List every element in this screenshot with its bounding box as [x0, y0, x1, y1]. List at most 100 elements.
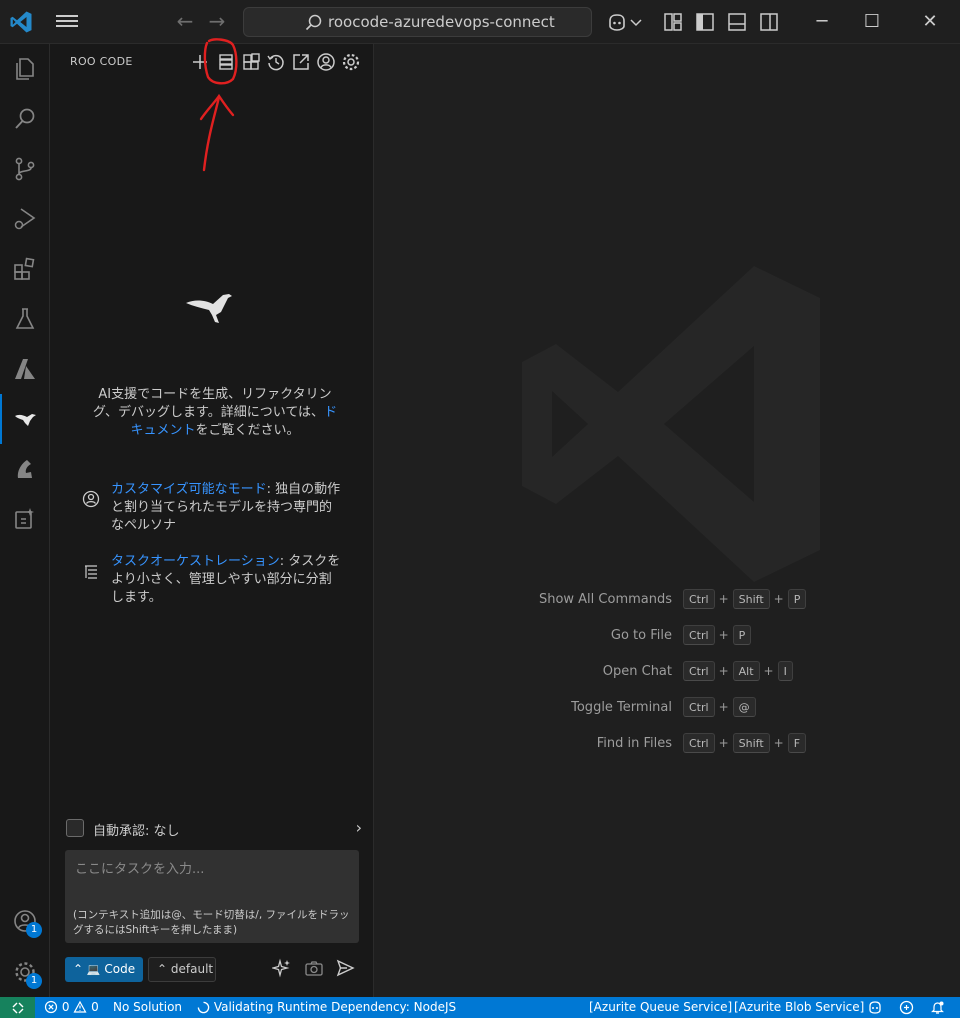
shortcut-label: Open Chat	[602, 664, 672, 679]
explorer-button[interactable]	[0, 44, 50, 94]
task-input-placeholder: ここにタスクを入力...	[75, 862, 205, 877]
activity-bar: 1 1	[0, 44, 50, 997]
testing-icon	[15, 308, 35, 329]
forward-arrow-icon[interactable]: →	[206, 10, 228, 32]
shortcut-row[interactable]: Show All Commands Ctrl + Shift + P	[375, 589, 960, 611]
azurite-queue-status[interactable]: [Azurite Queue Service]	[589, 997, 732, 1018]
remote-explorer-icon	[15, 508, 34, 529]
sync-status-icon[interactable]	[899, 1000, 914, 1015]
customize-layout-icon[interactable]	[662, 11, 684, 33]
config-label: default	[170, 962, 214, 976]
vscode-logo-icon	[10, 11, 32, 33]
roo-code-sidebar: ROO CODE AI支援でコードを生成、リファクタリング、デバッグします。詳細…	[50, 44, 374, 997]
key-separator: +	[763, 664, 774, 678]
azure-icon	[15, 359, 35, 379]
extensions-icon	[14, 257, 35, 280]
task-input[interactable]: ここにタスクを入力... (コンテキスト追加は@、モード切替は/, ファイルをド…	[65, 850, 359, 943]
key-separator: +	[718, 664, 729, 678]
shortcut-row[interactable]: Find in Files Ctrl + Shift + F	[375, 733, 960, 755]
key-separator: +	[773, 736, 784, 750]
shortcut-row[interactable]: Open Chat Ctrl + Alt + I	[375, 661, 960, 683]
account-icon[interactable]	[315, 51, 337, 73]
key-cap: F	[787, 733, 807, 753]
key-cap: @	[732, 697, 756, 717]
chevron-down-icon[interactable]	[628, 11, 644, 33]
key-separator: +	[773, 592, 784, 606]
persona-icon	[82, 490, 100, 508]
task-status-text: Validating Runtime Dependency: NodeJS	[213, 1000, 457, 1014]
source-control-icon	[15, 157, 35, 181]
azure-button[interactable]	[0, 344, 50, 394]
auto-approve-row[interactable]: 自動承認: なし ›	[66, 818, 362, 839]
send-icon[interactable]	[335, 958, 355, 978]
solution-status[interactable]: No Solution	[113, 997, 182, 1018]
key-cap: Ctrl	[683, 589, 715, 609]
remote-explorer-button[interactable]	[0, 494, 50, 544]
mode-selector-button[interactable]: ⌃ 💻 Code	[65, 957, 143, 982]
error-icon	[44, 1000, 58, 1014]
task-status[interactable]: Validating Runtime Dependency: NodeJS	[197, 997, 456, 1018]
settings-badge: 1	[26, 973, 42, 989]
bicep-button[interactable]	[0, 444, 50, 494]
toggle-primary-sidebar-icon[interactable]	[694, 11, 716, 33]
manage-button[interactable]: 1	[0, 947, 50, 997]
mode-label: Code	[104, 962, 136, 976]
command-center-search[interactable]: roocode-azuredevops-connect	[243, 7, 592, 37]
editor-area: Show All Commands Ctrl + Shift + P Go to File C…	[375, 44, 960, 997]
toggle-secondary-sidebar-icon[interactable]	[758, 11, 780, 33]
azurite-blob-status[interactable]: [Azurite Blob Service]	[734, 997, 864, 1018]
shortcut-keys: Ctrl + P	[683, 625, 752, 645]
roo-kangaroo-logo-icon	[186, 294, 232, 323]
close-button[interactable]: ✕	[918, 10, 942, 34]
run-debug-button[interactable]	[0, 194, 50, 244]
run-debug-icon	[14, 208, 36, 230]
key-cap: P	[732, 625, 752, 645]
copilot-icon[interactable]	[606, 11, 628, 33]
custom-modes-link[interactable]: カスタマイズ可能なモード	[111, 482, 267, 497]
bicep-icon	[17, 460, 32, 478]
history-icon[interactable]	[265, 51, 287, 73]
settings-gear-icon[interactable]	[340, 51, 362, 73]
remote-indicator[interactable]	[0, 997, 35, 1018]
open-in-editor-icon[interactable]	[290, 51, 312, 73]
auto-approve-checkbox[interactable]	[66, 819, 84, 837]
extensions-button[interactable]	[0, 244, 50, 294]
search-text: roocode-azuredevops-connect	[328, 13, 555, 31]
key-cap: Ctrl	[683, 733, 715, 753]
maximize-button[interactable]: ☐	[860, 10, 884, 34]
key-cap: Ctrl	[683, 697, 715, 717]
shortcut-row[interactable]: Go to File Ctrl + P	[375, 625, 960, 647]
roo-code-button[interactable]	[0, 394, 50, 444]
shortcut-keys: Ctrl + Alt + I	[683, 661, 793, 681]
chevron-up-icon: ⌃	[73, 962, 84, 976]
back-arrow-icon[interactable]: ←	[174, 10, 196, 32]
testing-button[interactable]	[0, 294, 50, 344]
enhance-prompt-sparkle-icon[interactable]	[272, 958, 292, 978]
shortcut-label: Go to File	[610, 628, 672, 643]
notifications-bell-icon[interactable]	[930, 1000, 945, 1015]
search-button[interactable]	[0, 94, 50, 144]
orchestration-link[interactable]: タスクオーケストレーション	[111, 554, 280, 569]
copilot-status-icon[interactable]	[867, 1000, 883, 1015]
auto-approve-label: 自動承認: なし	[93, 824, 180, 839]
chevron-right-icon[interactable]: ›	[356, 818, 362, 837]
error-count: 0	[61, 1000, 70, 1014]
roo-code-icon	[15, 414, 36, 426]
problems-status[interactable]: 0 0	[44, 997, 99, 1018]
source-control-button[interactable]	[0, 144, 50, 194]
accounts-button[interactable]: 1	[0, 896, 50, 946]
api-config-button[interactable]: ⌃ default	[148, 957, 216, 982]
menu-hamburger-icon[interactable]	[56, 12, 78, 32]
remote-icon	[12, 1002, 23, 1014]
camera-icon[interactable]	[304, 958, 324, 978]
red-annotation-circle-arrow	[199, 38, 238, 172]
minimize-button[interactable]: ─	[810, 10, 834, 34]
key-cap: Alt	[732, 661, 760, 681]
toggle-panel-icon[interactable]	[726, 11, 748, 33]
key-separator: +	[718, 700, 729, 714]
shortcut-row[interactable]: Toggle Terminal Ctrl + @	[375, 697, 960, 719]
chevron-up-icon: ⌃	[157, 962, 168, 976]
feature-custom-modes: カスタマイズ可能なモード: 独自の動作と割り当てられたモデルを持つ専門的なペルソ…	[82, 481, 344, 535]
loading-spinner-icon	[197, 1001, 210, 1014]
intro-text: AI支援でコードを生成、リファクタリング、デバッグします。詳細については、ドキュ…	[92, 387, 338, 438]
